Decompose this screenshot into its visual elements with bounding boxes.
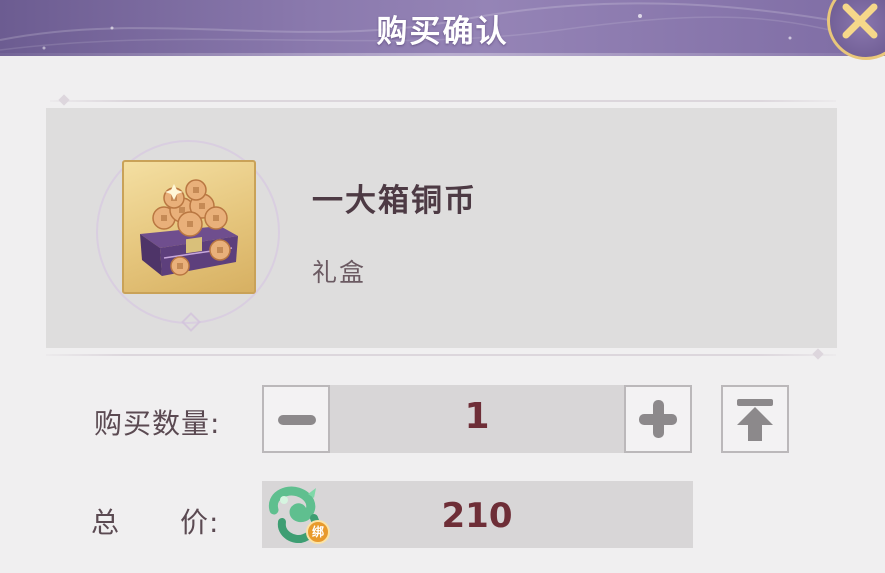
max-quantity-button[interactable] (721, 385, 789, 453)
copper-coin-chest-icon (122, 160, 256, 294)
max-arrow-up-icon (737, 399, 773, 441)
increase-button[interactable] (624, 385, 692, 453)
close-x-icon (842, 3, 878, 39)
item-name: 一大箱铜币 (312, 183, 477, 219)
total-label-right: 价: (180, 506, 220, 539)
total-price-value: 210 (441, 496, 513, 536)
item-type: 礼盒 (312, 258, 367, 287)
minus-icon (278, 415, 316, 425)
purchase-confirm-dialog: 购买确认 一大箱铜币 礼盒 购买数量: 1 总 价: 绑 210 (0, 0, 885, 573)
top-divider (50, 94, 836, 106)
quantity-label: 购买数量: (94, 407, 221, 440)
dialog-title: 购买确认 (376, 14, 509, 50)
dialog-header: 购买确认 (0, 0, 885, 56)
bottom-divider (46, 348, 836, 360)
decrease-button[interactable] (262, 385, 330, 453)
quantity-value[interactable]: 1 (330, 396, 624, 437)
total-label-left: 总 (91, 506, 121, 539)
bound-badge: 绑 (306, 520, 330, 544)
total-price-label: 总 价: (91, 501, 219, 541)
